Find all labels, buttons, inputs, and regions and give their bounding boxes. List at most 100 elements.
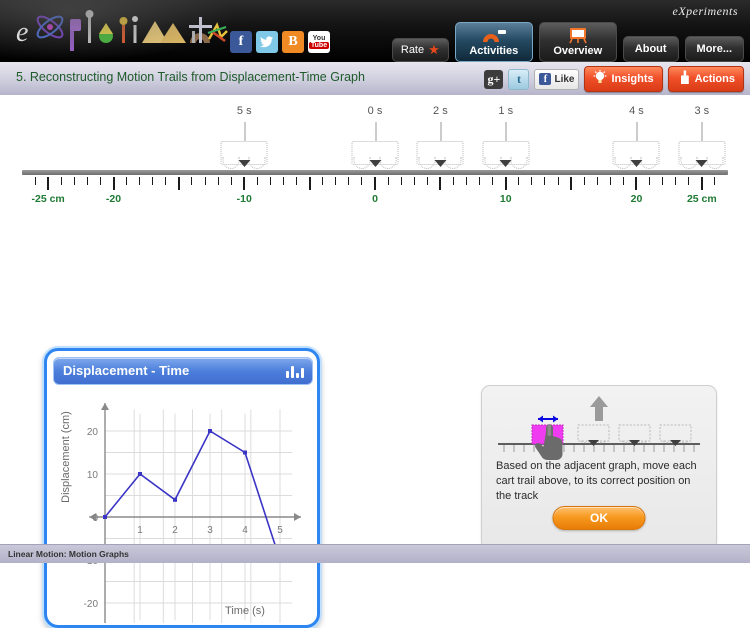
about-button[interactable]: About <box>622 36 679 62</box>
youtube-icon-bottom: Tube <box>308 42 330 49</box>
ok-button[interactable]: OK <box>552 506 646 530</box>
cart-wheel-left <box>418 157 436 169</box>
cart-stem <box>375 122 376 141</box>
ruler-minor-tick <box>152 177 154 185</box>
ruler-minor-tick <box>335 177 337 185</box>
y-axis-arrow-up <box>101 403 109 411</box>
ruler-minor-tick <box>413 177 415 185</box>
ruler-minor-tick <box>557 177 559 185</box>
cart-wheel-right <box>444 157 462 169</box>
twitter-icon[interactable] <box>256 31 278 53</box>
ruler-minor-tick <box>544 177 546 185</box>
ruler-minor-tick <box>269 177 271 185</box>
blogger-icon[interactable]: B <box>282 31 304 53</box>
page-title: 5. Reconstructing Motion Trails from Dis… <box>16 70 365 84</box>
cart-wheel-left <box>353 157 371 169</box>
x-axis-title: Time (s) <box>225 605 265 617</box>
rate-button[interactable]: Rate ★ <box>391 38 449 62</box>
cart-trail[interactable]: 5 s <box>220 105 268 175</box>
overview-tab[interactable]: Overview <box>538 22 617 62</box>
ruler-label: 20 <box>630 193 643 205</box>
actions-button[interactable]: Actions <box>667 66 744 92</box>
social-links: f B You Tube <box>230 31 330 53</box>
ruler-minor-tick <box>492 177 494 185</box>
activities-label: Activities <box>469 45 519 57</box>
ruler-major-tick <box>700 177 703 190</box>
cart-wheel-right <box>640 157 658 169</box>
ruler-major-tick <box>308 177 311 190</box>
overview-label: Overview <box>553 45 603 57</box>
ruler-minor-tick <box>191 177 193 185</box>
ruler-minor-tick <box>452 177 454 185</box>
cart-wheel-left <box>680 157 698 169</box>
data-point-marker <box>243 450 247 455</box>
cart-pointer-icon <box>369 160 381 167</box>
magnet-icon <box>481 27 507 44</box>
ruler-major-tick <box>635 177 638 190</box>
ruler-minor-tick <box>688 177 690 185</box>
ruler-minor-tick <box>714 177 716 185</box>
cart-time-label: 3 s <box>694 105 710 117</box>
cart-stem <box>701 122 703 141</box>
ruler-minor-tick <box>531 177 533 185</box>
insights-button[interactable]: Insights <box>584 66 663 92</box>
top-navigation-bar: e f B You Tube eXperiments Rate ★ Activi… <box>0 0 750 62</box>
site-logo[interactable]: e <box>14 5 229 55</box>
twitter-bird-glyph <box>260 36 273 48</box>
ruler-major-tick <box>47 177 50 190</box>
google-plus-icon[interactable]: g+ <box>484 69 504 89</box>
footer-bar: Linear Motion: Motion Graphs <box>0 544 750 563</box>
y-axis-title: Displacement (cm) <box>60 411 72 503</box>
ruler-minor-tick <box>73 177 75 185</box>
ruler-minor-tick <box>675 177 677 185</box>
cart-trail[interactable]: 1 s <box>482 105 530 175</box>
cart-stem <box>505 122 507 141</box>
x-tick-label: 4 <box>242 525 248 536</box>
x-tick-label: 1 <box>137 525 143 536</box>
cart-trail[interactable]: 4 s <box>612 105 660 175</box>
ruler-minor-tick <box>99 177 101 185</box>
ruler-major-tick <box>177 177 180 190</box>
activities-tab[interactable]: Activities <box>454 22 533 62</box>
cart-time-label: 2 s <box>433 105 448 117</box>
displacement-time-graph-panel: Displacement - Time 20100-10-2012345Disp… <box>44 348 320 628</box>
ruler-minor-tick <box>126 177 128 185</box>
ruler-minor-tick <box>479 177 481 185</box>
cart-trail[interactable]: 2 s <box>416 105 464 175</box>
drag-demo-illustration <box>498 396 700 460</box>
cart-trail[interactable]: 3 s <box>678 105 726 175</box>
ruler-minor-tick <box>426 177 428 185</box>
twitter-share-icon[interactable]: t <box>508 68 530 90</box>
x-tick-label: 2 <box>172 525 178 536</box>
cart-wheel-left <box>614 157 632 169</box>
cart-pointer-icon <box>630 160 643 167</box>
cart-wheel-right <box>248 157 266 169</box>
cart-trail[interactable]: 0 s <box>351 105 399 175</box>
ruler-minor-tick <box>230 177 232 185</box>
y-tick-label: 10 <box>87 470 99 481</box>
more-button[interactable]: More... <box>684 36 744 62</box>
graph-plot-area: 20100-10-2012345Displacement (cm)Time (s… <box>53 387 315 628</box>
cart-time-label: 4 s <box>629 105 644 117</box>
cart-wheel-left <box>222 157 240 169</box>
facebook-icon[interactable]: f <box>230 31 252 53</box>
ruler-major-tick <box>570 177 573 190</box>
facebook-like-button[interactable]: f Like <box>534 68 580 90</box>
ruler-major-tick <box>243 177 246 190</box>
y-tick-label: 20 <box>87 427 99 438</box>
data-point-marker <box>138 472 142 476</box>
youtube-icon[interactable]: You Tube <box>308 31 330 53</box>
easel-icon <box>568 27 588 44</box>
ruler-minor-tick <box>622 177 624 185</box>
ruler-minor-tick <box>609 177 611 185</box>
ruler-minor-tick <box>400 177 402 185</box>
cart-pointer-icon <box>434 160 447 167</box>
ruler-minor-tick <box>60 177 62 185</box>
cart-stem <box>636 122 638 141</box>
cart-pointer-icon <box>238 160 251 167</box>
cart-wheel-right <box>379 157 397 169</box>
hand-cursor-icon <box>677 70 691 88</box>
graph-title-bar: Displacement - Time <box>53 357 313 385</box>
cart-time-label: 5 s <box>236 105 252 117</box>
like-label: Like <box>554 73 575 85</box>
